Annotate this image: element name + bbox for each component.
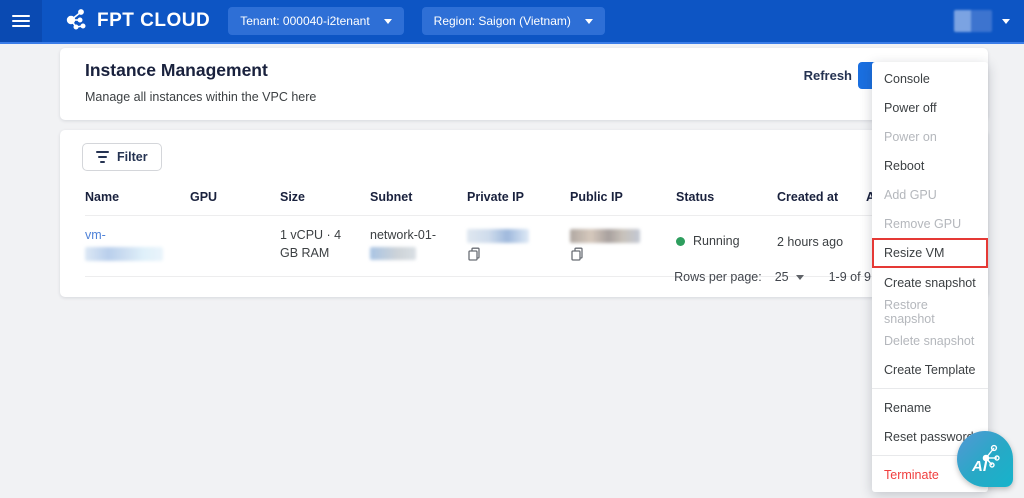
region-label: Region: Saigon (Vietnam)	[434, 14, 571, 28]
page-header-card: Instance Management Manage all instances…	[60, 48, 988, 120]
column-header-status: Status	[676, 190, 777, 204]
region-selector[interactable]: Region: Saigon (Vietnam)	[422, 7, 605, 35]
brand-logo[interactable]: FPT CLOUD	[64, 6, 210, 37]
instance-actions-menu: Console Power off Power on Reboot Add GP…	[872, 62, 988, 492]
fpt-cloud-logo-icon	[64, 6, 90, 37]
svg-text:AI: AI	[971, 458, 988, 475]
chevron-down-icon	[796, 275, 804, 280]
menu-item-rename[interactable]: Rename	[872, 393, 988, 422]
menu-item-resize-vm[interactable]: Resize VM	[872, 238, 988, 268]
menu-item-add-gpu: Add GPU	[872, 180, 988, 209]
cell-created-at: 2 hours ago	[777, 233, 866, 267]
menu-item-create-snapshot[interactable]: Create snapshot	[872, 268, 988, 297]
instance-name-link[interactable]: vm-	[85, 228, 106, 242]
menu-item-reboot[interactable]: Reboot	[872, 151, 988, 180]
column-header-gpu: GPU	[190, 190, 280, 204]
chevron-down-icon	[384, 19, 392, 24]
cell-status: Running	[676, 226, 777, 267]
redacted-instance-name	[85, 247, 163, 261]
refresh-button[interactable]: Refresh	[804, 68, 852, 83]
hamburger-menu-button[interactable]	[0, 0, 42, 42]
account-menu[interactable]	[954, 10, 1010, 32]
rows-per-page-select[interactable]: 25	[775, 270, 804, 284]
tenant-label: Tenant: 000040-i2tenant	[240, 14, 369, 28]
top-navbar: FPT CLOUD Tenant: 000040-i2tenant Region…	[0, 0, 1024, 42]
menu-item-create-template[interactable]: Create Template	[872, 355, 988, 384]
menu-item-remove-gpu: Remove GPU	[872, 209, 988, 238]
cell-private-ip	[467, 226, 570, 267]
column-header-size: Size	[280, 190, 370, 204]
page-subtitle: Manage all instances within the VPC here	[85, 90, 316, 104]
menu-item-restore-snapshot: Restore snapshot	[872, 297, 988, 326]
redacted-subnet-suffix	[370, 247, 416, 260]
menu-item-power-off[interactable]: Power off	[872, 93, 988, 122]
instances-table-card: Filter Name GPU Size Subnet Private IP P…	[60, 130, 988, 297]
subnet-name: network-01-	[370, 228, 436, 242]
menu-item-power-on: Power on	[872, 122, 988, 151]
copy-public-ip-icon[interactable]	[570, 247, 584, 267]
cell-gpu	[190, 226, 280, 267]
column-header-public-ip: Public IP	[570, 190, 676, 204]
copy-private-ip-icon[interactable]	[467, 247, 481, 267]
hamburger-icon	[12, 15, 30, 27]
cell-public-ip	[570, 226, 676, 267]
rows-per-page-value: 25	[775, 270, 789, 284]
page-title: Instance Management	[85, 60, 268, 81]
chevron-down-icon	[585, 19, 593, 24]
avatar	[954, 10, 992, 32]
filter-icon	[96, 151, 109, 162]
rows-per-page-label: Rows per page:	[674, 270, 762, 284]
status-badge: Running	[693, 232, 740, 250]
column-header-subnet: Subnet	[370, 190, 467, 204]
filter-button[interactable]: Filter	[82, 143, 162, 171]
column-header-private-ip: Private IP	[467, 190, 570, 204]
menu-item-delete-snapshot: Delete snapshot	[872, 326, 988, 355]
cell-name: vm-	[85, 226, 190, 267]
table-header-row: Name GPU Size Subnet Private IP Public I…	[85, 190, 926, 204]
status-running-dot	[676, 237, 685, 246]
column-header-name: Name	[85, 190, 190, 204]
chevron-down-icon	[1002, 19, 1010, 24]
ai-assistant-fab[interactable]: AI	[957, 431, 1013, 487]
filter-label: Filter	[117, 150, 148, 164]
pagination-range: 1-9 of 9	[829, 270, 871, 284]
brand-name: FPT CLOUD	[97, 10, 210, 32]
cell-size: 1 vCPU · 4 GB RAM	[280, 226, 370, 267]
pagination-bar: Rows per page: 25 1-9 of 9	[674, 270, 871, 284]
table-row: vm- 1 vCPU · 4 GB RAM network-01-	[85, 215, 988, 277]
redacted-private-ip	[467, 229, 529, 243]
ai-molecule-icon: AI	[964, 438, 1006, 480]
redacted-public-ip	[570, 229, 640, 243]
tenant-selector[interactable]: Tenant: 000040-i2tenant	[228, 7, 403, 35]
menu-item-console[interactable]: Console	[872, 64, 988, 93]
cell-subnet: network-01-	[370, 226, 467, 267]
column-header-created-at: Created at	[777, 190, 866, 204]
menu-divider	[872, 388, 988, 389]
